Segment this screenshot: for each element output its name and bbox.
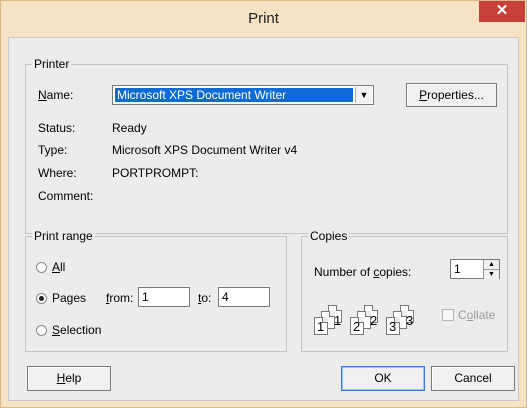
printer-group: Printer Name: Microsoft XPS Document Wri… [25,57,508,234]
number-of-copies-label: Number of copies: [314,265,412,279]
spin-up-icon[interactable]: ▲ [483,260,499,270]
radio-pages-label[interactable]: Pages [52,291,86,305]
print-dialog: Print ✕ Printer Name: Microsoft XPS Docu… [0,0,527,408]
window-title: Print [248,10,279,27]
close-button[interactable]: ✕ [479,1,525,22]
radio-selection[interactable] [36,325,47,336]
printer-name-label: Name: [38,88,74,102]
radio-all-label[interactable]: All [52,260,65,274]
to-label: to: [198,291,212,305]
spin-down-icon[interactable]: ▼ [483,270,499,279]
chevron-down-icon[interactable]: ▼ [355,87,372,103]
status-label: Status: [38,121,76,135]
ok-button[interactable]: OK [341,366,425,391]
to-input[interactable]: 4 [218,287,270,307]
collate-label: Collate [458,308,496,322]
cancel-button[interactable]: Cancel [431,366,515,391]
print-range-group-title: Print range [32,229,95,243]
title-bar[interactable]: Print ✕ [1,1,526,37]
from-label: from: [106,291,134,305]
radio-all[interactable] [36,262,47,273]
print-range-group: Print range All Pages from: 1 to: 4 Sele… [25,229,287,352]
copies-spinner[interactable]: 1 ▲ ▼ [450,259,500,279]
where-value: PORTPROMPT: [112,166,199,180]
copies-value: 1 [454,262,461,276]
printer-name-value: Microsoft XPS Document Writer [115,88,353,102]
comment-label: Comment: [38,189,94,203]
collate-checkbox[interactable] [442,309,454,321]
where-label: Where: [38,166,77,180]
dialog-body: Printer Name: Microsoft XPS Document Wri… [8,37,519,401]
properties-button[interactable]: Properties... [406,83,497,107]
type-label: Type: [38,143,68,157]
radio-selection-label[interactable]: Selection [52,323,101,337]
type-value: Microsoft XPS Document Writer v4 [112,143,298,157]
from-input[interactable]: 1 [138,287,190,307]
copies-group-title: Copies [308,229,350,243]
close-icon: ✕ [495,2,509,19]
printer-name-select[interactable]: Microsoft XPS Document Writer ▼ [112,85,374,105]
copies-group: Copies Number of copies: 1 ▲ ▼ 1 1 2 2 3… [301,229,508,352]
status-value: Ready [112,121,147,135]
radio-pages[interactable] [36,293,47,304]
printer-group-title: Printer [32,57,72,71]
collate-icon: 1 1 2 2 3 3 [314,303,434,339]
help-button[interactable]: Help [27,366,111,391]
